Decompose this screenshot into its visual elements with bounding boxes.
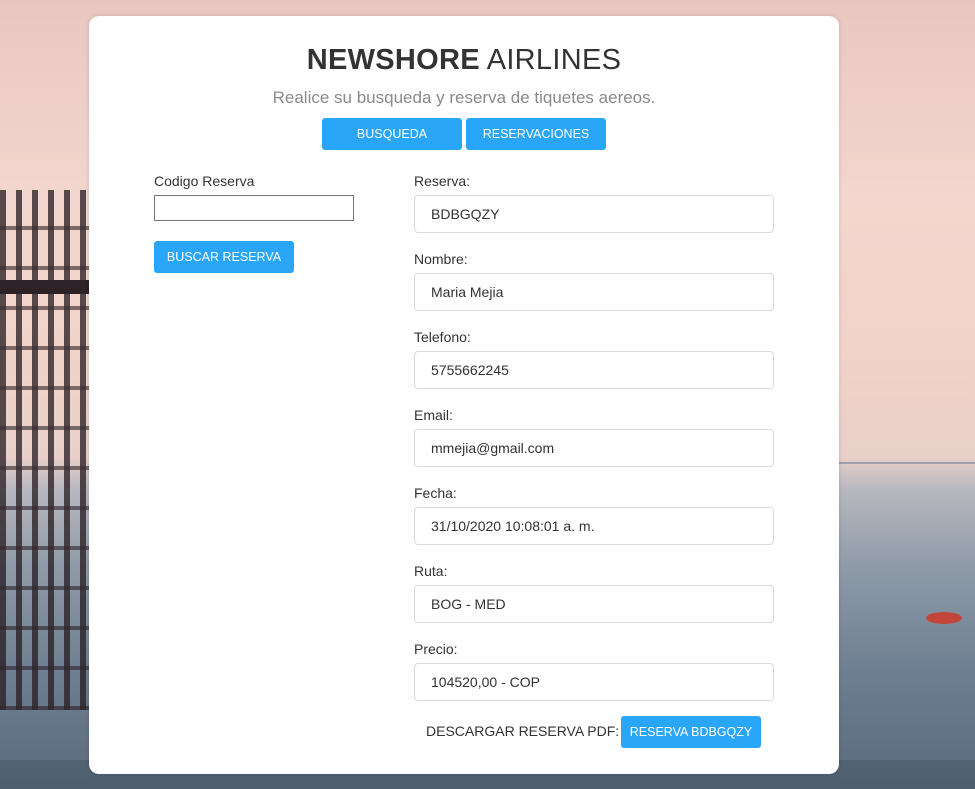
background-pier-deck xyxy=(0,280,90,294)
tab-reservaciones[interactable]: RESERVACIONES xyxy=(466,118,606,150)
codigo-reserva-input[interactable] xyxy=(154,195,354,221)
background-horizon xyxy=(839,462,975,464)
precio-label: Precio: xyxy=(414,641,458,657)
descargar-pdf-button[interactable]: RESERVA BDBGQZY xyxy=(621,716,761,748)
nombre-field: Maria Mejia xyxy=(414,273,774,311)
fecha-label: Fecha: xyxy=(414,485,457,501)
descargar-pdf-label: DESCARGAR RESERVA PDF: xyxy=(426,723,620,739)
reserva-label: Reserva: xyxy=(414,173,471,189)
fecha-field: 31/10/2020 10:08:01 a. m. xyxy=(414,507,774,545)
page-title: NEWSHORE AIRLINES xyxy=(89,44,839,77)
background-kayak xyxy=(926,612,962,624)
codigo-reserva-label: Codigo Reserva xyxy=(154,173,255,189)
page-subtitle: Realice su busqueda y reserva de tiquete… xyxy=(272,88,656,107)
title-brand: NEWSHORE xyxy=(306,44,480,76)
nombre-label: Nombre: xyxy=(414,251,468,267)
title-suffix: AIRLINES xyxy=(486,44,622,76)
background-pier xyxy=(0,190,90,710)
telefono-field: 5755662245 xyxy=(414,351,774,389)
telefono-label: Telefono: xyxy=(414,329,471,345)
email-field: mmejia@gmail.com xyxy=(414,429,774,467)
ruta-label: Ruta: xyxy=(414,563,448,579)
tab-busqueda[interactable]: BUSQUEDA xyxy=(322,118,462,150)
precio-field: 104520,00 - COP xyxy=(414,663,774,701)
buscar-reserva-button[interactable]: BUSCAR RESERVA xyxy=(154,241,294,273)
email-label: Email: xyxy=(414,407,453,423)
ruta-field: BOG - MED xyxy=(414,585,774,623)
main-card: NEWSHORE AIRLINES Realice su busqueda y … xyxy=(89,16,839,774)
reserva-field: BDBGQZY xyxy=(414,195,774,233)
